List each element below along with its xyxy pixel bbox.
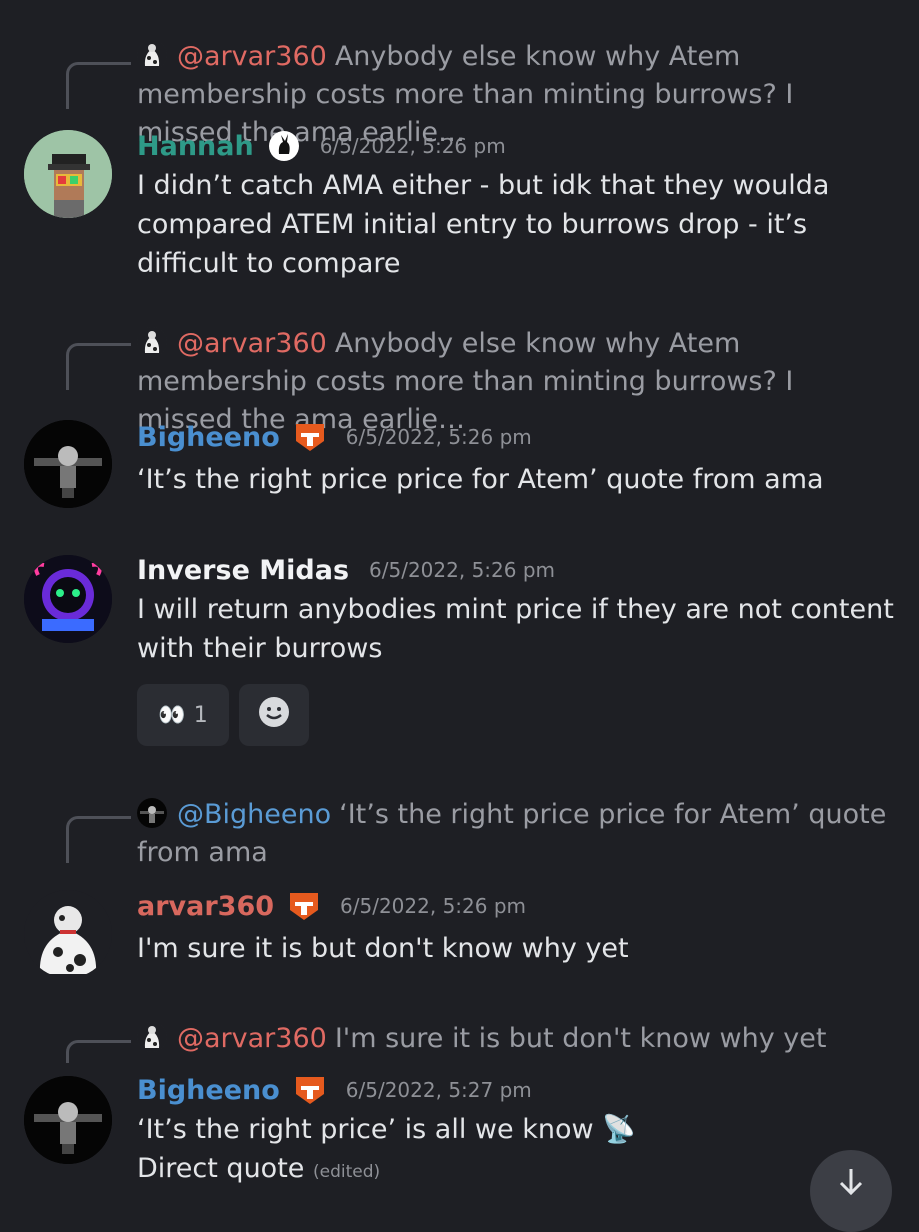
reply-connector: [66, 62, 131, 109]
author-name[interactable]: Bigheeno: [137, 1075, 280, 1106]
reaction-count: 1: [193, 702, 208, 728]
hannah-avatar[interactable]: [24, 130, 112, 218]
arrow-down-icon: [834, 1164, 868, 1208]
reaction-eyes[interactable]: 👀 1: [137, 684, 229, 746]
timestamp: 6/5/2022, 5:26 pm: [340, 894, 527, 918]
reactions-bar: 👀 1: [137, 684, 309, 746]
reply-connector: [66, 816, 131, 863]
eyes-emoji: 👀: [158, 702, 186, 728]
bigheeno-avatar[interactable]: [24, 420, 112, 508]
reply-text: I'm sure it is but don't know why yet: [334, 1023, 827, 1054]
bigheeno-mini-avatar: [137, 798, 167, 828]
message-text: ‘It’s the right price price for Atem’ qu…: [137, 464, 824, 495]
reply-mention[interactable]: @arvar360: [177, 328, 327, 359]
reply-connector: [66, 1040, 131, 1063]
message-line-1: ‘It’s the right price’ is all we know 📡: [137, 1114, 636, 1145]
timestamp: 6/5/2022, 5:27 pm: [345, 1078, 532, 1102]
add-reaction-icon: [256, 694, 292, 736]
author-name[interactable]: Bigheeno: [137, 422, 280, 453]
reply-preview[interactable]: @arvar360 I'm sure it is but don't know w…: [137, 1020, 897, 1058]
valora-badge-icon: [294, 421, 326, 453]
author-name[interactable]: arvar360: [137, 891, 274, 922]
message-text: ‘It’s the right price’ is all we know 📡 …: [137, 1110, 897, 1192]
arvar-mini-avatar: [137, 1022, 167, 1052]
rabbit-badge-icon: [268, 130, 300, 162]
message-line-2-text: Direct quote: [137, 1153, 305, 1184]
valora-badge-icon: [288, 890, 320, 922]
bigheeno-avatar[interactable]: [24, 1076, 112, 1164]
message-text: I didn’t catch AMA either - but idk that…: [137, 170, 830, 279]
reply-mention[interactable]: @arvar360: [177, 41, 327, 72]
author-name[interactable]: Hannah: [137, 131, 254, 162]
timestamp: 6/5/2022, 5:26 pm: [319, 134, 506, 158]
timestamp: 6/5/2022, 5:26 pm: [369, 558, 556, 582]
arvar-mini-avatar: [137, 327, 167, 357]
add-reaction-button[interactable]: [239, 684, 309, 746]
valora-badge-icon: [294, 1074, 326, 1106]
reply-mention[interactable]: @arvar360: [177, 1023, 327, 1054]
reply-connector: [66, 343, 131, 390]
arvar360-avatar[interactable]: [24, 890, 112, 978]
message-text: I will return anybodies mint price if th…: [137, 594, 894, 664]
message-text: I'm sure it is but don't know why yet: [137, 933, 629, 964]
arvar-mini-avatar: [137, 40, 167, 70]
reply-preview[interactable]: @Bigheeno ‘It’s the right price price for…: [137, 796, 897, 872]
timestamp: 6/5/2022, 5:26 pm: [345, 425, 532, 449]
inverse-midas-avatar[interactable]: [24, 555, 112, 643]
message-line-2: Direct quote (edited): [137, 1149, 897, 1192]
scroll-to-bottom-button[interactable]: [810, 1150, 892, 1232]
edited-label: (edited): [313, 1162, 381, 1182]
author-name[interactable]: Inverse Midas: [137, 555, 349, 586]
reply-mention[interactable]: @Bigheeno: [177, 799, 331, 830]
